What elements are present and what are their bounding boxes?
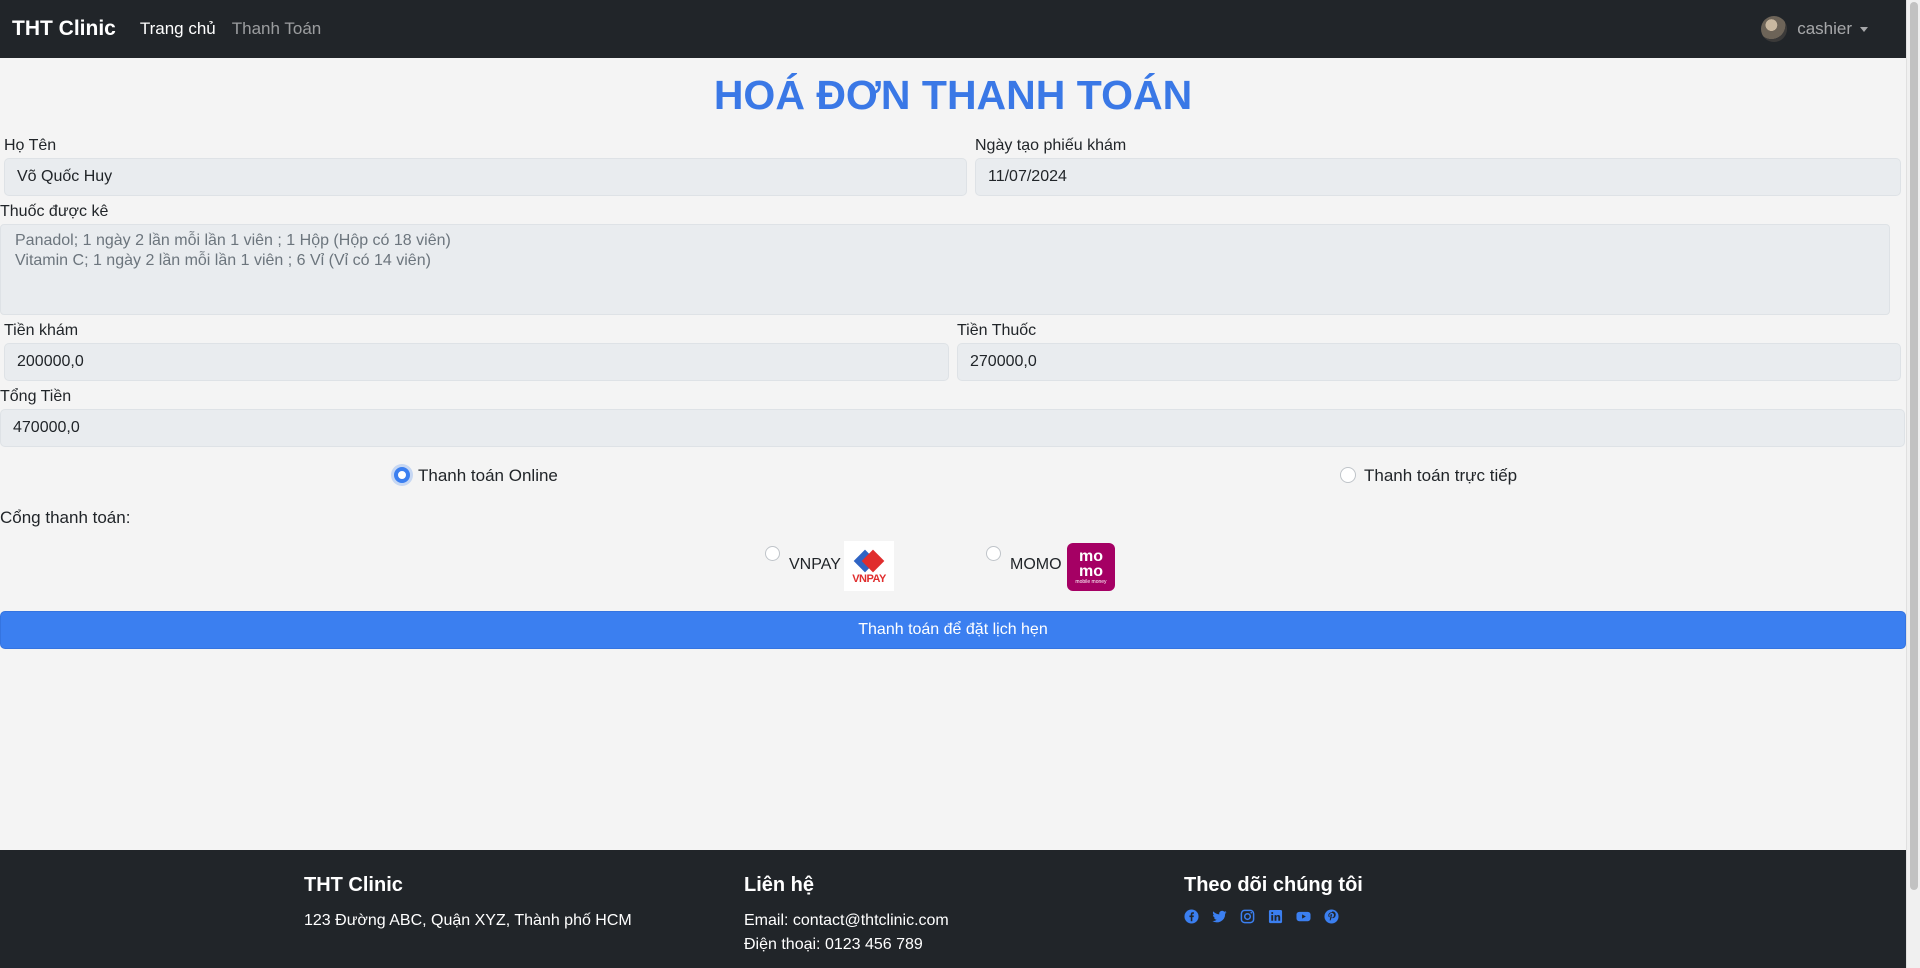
medicine-line: Panadol; 1 ngày 2 lần mỗi lần 1 viên ; 1… (15, 232, 451, 249)
footer: THT Clinic 123 Đường ABC, Quận XYZ, Thàn… (0, 850, 1906, 968)
medicine-line: Vitamin C; 1 ngày 2 lần mỗi lần 1 viên ;… (15, 252, 431, 269)
pinterest-icon[interactable] (1324, 909, 1339, 924)
name-field[interactable]: Võ Quốc Huy (4, 158, 967, 196)
momo-logo[interactable]: mo mo mobile money (1067, 543, 1115, 591)
nav-payment-link[interactable]: Thanh Toán (232, 19, 321, 39)
vnpay-radio[interactable] (765, 546, 780, 561)
footer-social-title: Theo dõi chúng tôi (1184, 874, 1363, 896)
exam-fee-field[interactable]: 200000,0 (4, 343, 949, 381)
pay-to-book-button[interactable]: Thanh toán để đặt lịch hẹn (0, 611, 1906, 649)
exam-fee-label: Tiền khám (4, 322, 79, 339)
chevron-down-icon (1860, 26, 1868, 32)
direct-payment-radio[interactable] (1340, 467, 1356, 483)
facebook-icon[interactable] (1184, 909, 1199, 924)
online-payment-label[interactable]: Thanh toán Online (418, 466, 558, 486)
footer-col-contact: Liên hệ Email: contact@thtclinic.com Điệ… (744, 874, 949, 957)
footer-col-clinic: THT Clinic 123 Đường ABC, Quận XYZ, Thàn… (304, 874, 632, 933)
footer-email: Email: contact@thtclinic.com (744, 912, 949, 929)
vnpay-logo-text: VNPAY (852, 572, 886, 585)
momo-logo-top: mo (1079, 548, 1103, 565)
username: cashier (1797, 19, 1852, 38)
navbar: THT Clinic Trang chủ Thanh Toán cashier (0, 0, 1906, 58)
online-payment-radio[interactable] (394, 467, 410, 483)
scrollbar-thumb[interactable] (1910, 2, 1918, 890)
date-field[interactable]: 11/07/2024 (975, 158, 1901, 196)
gateway-label: Cổng thanh toán: (0, 508, 131, 527)
momo-logo-sub: mobile money (1075, 579, 1107, 585)
footer-contact-title: Liên hệ (744, 874, 815, 896)
name-label: Họ Tên (4, 137, 57, 154)
momo-label[interactable]: MOMO (1010, 556, 1062, 574)
page-title: HOÁ ĐƠN THANH TOÁN (713, 72, 1193, 118)
momo-logo-bottom: mo (1079, 563, 1103, 580)
twitter-icon[interactable] (1212, 909, 1227, 924)
vnpay-logo[interactable]: VNPAY (844, 541, 894, 591)
youtube-icon[interactable] (1296, 909, 1311, 924)
brand-logo[interactable]: THT Clinic (12, 17, 116, 41)
momo-radio[interactable] (986, 546, 1001, 561)
user-menu[interactable]: cashier (1761, 16, 1868, 42)
medicine-label: Thuốc được kê (0, 203, 109, 220)
vnpay-label[interactable]: VNPAY (789, 556, 841, 574)
medicine-fee-label: Tiền Thuốc (957, 322, 1037, 339)
date-label: Ngày tạo phiếu khám (975, 137, 1127, 154)
footer-address: 123 Đường ABC, Quận XYZ, Thành phố HCM (304, 912, 632, 929)
footer-col-social: Theo dõi chúng tôi (1184, 874, 1363, 924)
footer-phone: Điện thoại: 0123 456 789 (744, 936, 923, 953)
social-links (1184, 909, 1363, 924)
linkedin-icon[interactable] (1268, 909, 1283, 924)
vnpay-mark-icon (853, 548, 885, 572)
avatar (1761, 16, 1788, 42)
medicine-fee-field[interactable]: 270000,0 (957, 343, 1901, 381)
total-field[interactable]: 470000,0 (0, 409, 1905, 447)
medicine-textarea[interactable]: Panadol; 1 ngày 2 lần mỗi lần 1 viên ; 1… (0, 224, 1890, 315)
footer-clinic-title: THT Clinic (304, 874, 403, 896)
instagram-icon[interactable] (1240, 909, 1255, 924)
direct-payment-label[interactable]: Thanh toán trực tiếp (1364, 466, 1517, 486)
nav-home-link[interactable]: Trang chủ (140, 19, 216, 39)
scrollbar[interactable] (1906, 0, 1920, 968)
total-label: Tổng Tiền (0, 388, 72, 405)
